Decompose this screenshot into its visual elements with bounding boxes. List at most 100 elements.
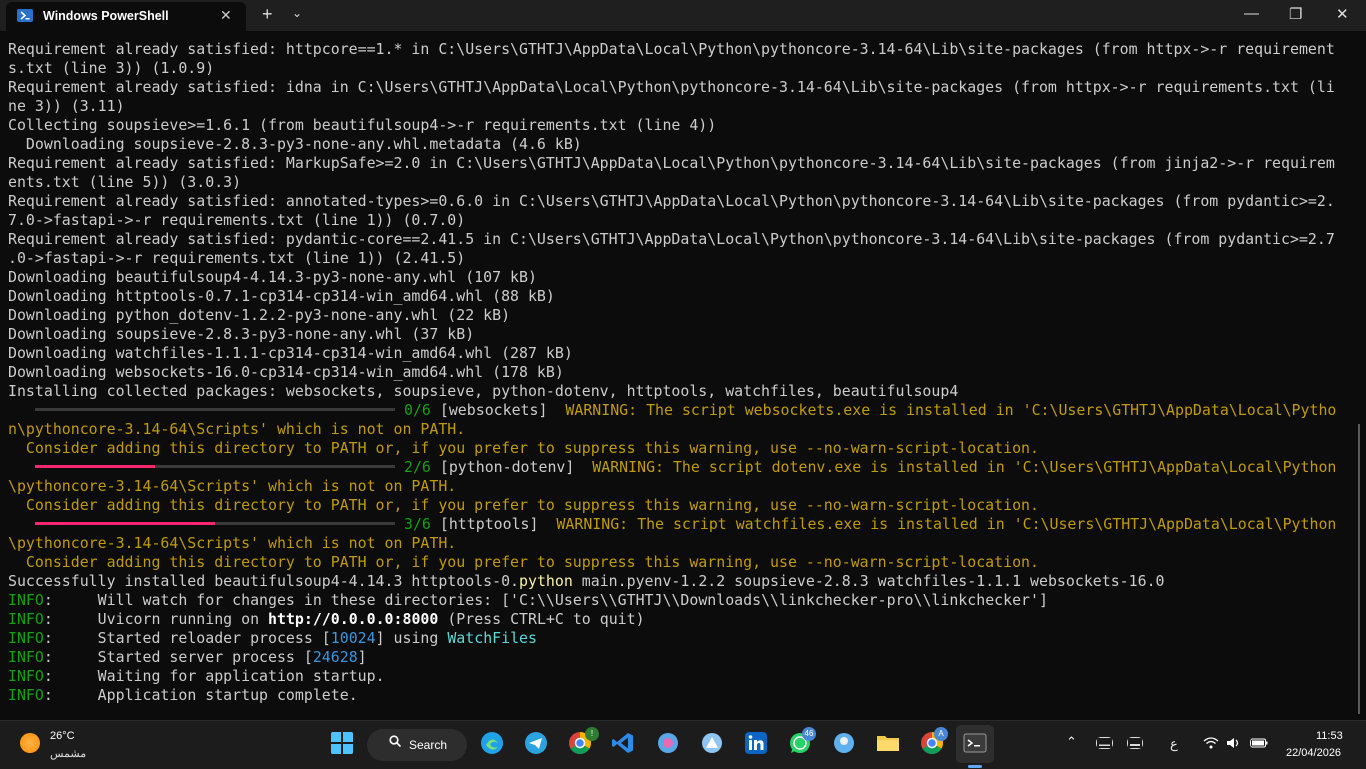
terminal-output[interactable]: Requirement already satisfied: httpcore=… [8,40,1348,714]
info-line: INFO: Will watch for changes in these di… [8,591,1048,610]
info-text: (Press CTRL+C to quit) [438,610,645,628]
info-label: INFO [8,629,44,647]
title-bar: Windows PowerShell ✕ + ⌄ — ❐ ✕ [0,0,1366,31]
terminal-line: Downloading httptools-0.7.1-cp314-cp314-… [8,287,555,305]
success-text: main.pyenv-1.2.2 soupsieve-2.8.3 watchfi… [572,572,1165,590]
sun-weather-icon[interactable] [20,733,40,753]
warning-text: WARNING: The script websockets.exe is in… [565,401,1337,419]
terminal-line: Downloading soupsieve-2.8.3-py3-none-any… [8,325,475,343]
info-text: Application startup complete. [97,686,358,704]
new-tab-button[interactable]: + [262,4,273,25]
search-label: Search [409,738,448,752]
progress-count: 3/6 [404,515,431,533]
success-line: Successfully installed beautifulsoup4-4.… [8,572,1165,591]
progress-line: 2/6 [python-dotenv] WARNING: The script … [404,458,1336,477]
progress-bar-fill [35,465,155,468]
tab-dropdown-chevron-icon[interactable]: ⌄ [292,6,302,20]
info-label: INFO [8,591,44,609]
terminal-line: Downloading websockets-16.0-cp314-cp314-… [8,363,564,381]
terminal-line: Downloading soupsieve-2.8.3-py3-none-any… [8,135,582,153]
info-sep: : [43,667,98,685]
tablet-mode-icon[interactable] [1127,737,1143,749]
info-text: Started server process [ [97,648,313,666]
show-hidden-icons-chevron-icon[interactable]: ⌃ [1066,734,1077,750]
battery-charging-icon[interactable] [1250,737,1268,749]
tab-windows-powershell[interactable]: Windows PowerShell ✕ [6,2,246,31]
whatsapp-unread-badge: 46 [802,727,816,741]
info-sep: : [43,629,98,647]
warning-text: Consider adding this directory to PATH o… [8,496,1039,514]
clock-date[interactable]: 22/04/2026 [1286,747,1341,759]
profile-badge: A [934,727,948,741]
maps-icon[interactable] [832,731,856,755]
terminal-icon[interactable] [963,731,987,755]
info-line: INFO: Started reloader process [10024] u… [8,629,537,648]
tab-close-icon[interactable]: ✕ [220,7,232,24]
minimize-button[interactable]: — [1244,5,1259,22]
terminal-line: Installing collected packages: websocket… [8,382,959,400]
success-text: Successfully installed beautifulsoup4-4.… [8,572,520,590]
progress-bar-fill [35,522,215,525]
linkedin-icon[interactable] [744,731,768,755]
terminal-line: s.txt (line 3)) (1.0.9) [8,59,215,77]
search-icon [389,735,401,747]
info-label: INFO [8,667,44,685]
warning-text: n\pythoncore-3.14-64\Scripts' which is n… [8,420,466,438]
terminal-line: Downloading beautifulsoup4-4.14.3-py3-no… [8,268,537,286]
keyboard-icon[interactable] [1096,737,1113,749]
info-text: ] using [375,629,448,647]
info-line: INFO: Waiting for application startup. [8,667,385,686]
input-language-indicator[interactable]: ع [1170,736,1178,752]
terminal-line: Collecting soupsieve>=1.6.1 (from beauti… [8,116,717,134]
warning-text: WARNING: The script watchfiles.exe is in… [556,515,1337,533]
progress-count: 2/6 [404,458,431,476]
progress-line: 3/6 [httptools] WARNING: The script watc… [404,515,1336,534]
photos-icon[interactable] [700,731,724,755]
telegram-icon[interactable] [524,731,548,755]
warning-text: \pythoncore-3.14-64\Scripts' which is no… [8,477,457,495]
terminal-line: Downloading python_dotenv-1.2.2-py3-none… [8,306,511,324]
success-text: python [519,572,573,590]
info-text: Started reloader process [ [97,629,331,647]
copilot-icon[interactable] [656,731,680,755]
progress-count: 0/6 [404,401,431,419]
terminal-line: Requirement already satisfied: annotated… [8,192,1335,210]
progress-package: [websockets] [430,401,566,419]
notification-badge: ! [585,727,599,741]
warning-text: \pythoncore-3.14-64\Scripts' which is no… [8,534,457,552]
windows-start-icon[interactable] [330,731,354,755]
info-text: Uvicorn running on [97,610,269,628]
info-sep: : [43,686,98,704]
info-text: WatchFiles [447,629,537,647]
info-sep: : [43,648,98,666]
clock-time[interactable]: 11:53 [1316,730,1343,742]
warning-text: Consider adding this directory to PATH o… [8,439,1039,457]
info-sep: : [43,610,98,628]
terminal-line: Requirement already satisfied: idna in C… [8,78,1335,96]
info-text: Waiting for application startup. [97,667,385,685]
info-label: INFO [8,686,44,704]
terminal-scrollbar[interactable] [1358,424,1360,714]
vscode-icon[interactable] [611,731,635,755]
weather-temperature[interactable]: 26°C [50,730,75,742]
process-id: 10024 [330,629,376,647]
process-id: 24628 [312,648,358,666]
info-line: INFO: Started server process [24628] [8,648,367,667]
terminal-line: ents.txt (line 5)) (3.0.3) [8,173,242,191]
terminal-line: Requirement already satisfied: MarkupSaf… [8,154,1335,172]
volume-icon[interactable] [1226,737,1242,749]
terminal-line: Requirement already satisfied: httpcore=… [8,40,1335,58]
maximize-button[interactable]: ❐ [1289,5,1302,23]
server-url-link[interactable]: http://0.0.0.0:8000 [268,610,438,628]
warning-text: WARNING: The script dotenv.exe is instal… [592,458,1337,476]
warning-text: Consider adding this directory to PATH o… [8,553,1039,571]
wifi-icon[interactable] [1203,737,1219,749]
powershell-icon [17,9,33,22]
info-label: INFO [8,648,44,666]
edge-icon[interactable] [480,731,504,755]
progress-line: 0/6 [websockets] WARNING: The script web… [404,401,1336,420]
file-explorer-icon[interactable] [876,731,900,755]
close-button[interactable]: ✕ [1336,5,1349,23]
terminal-line: Requirement already satisfied: pydantic-… [8,230,1335,248]
weather-condition[interactable]: مشمس [50,747,86,760]
